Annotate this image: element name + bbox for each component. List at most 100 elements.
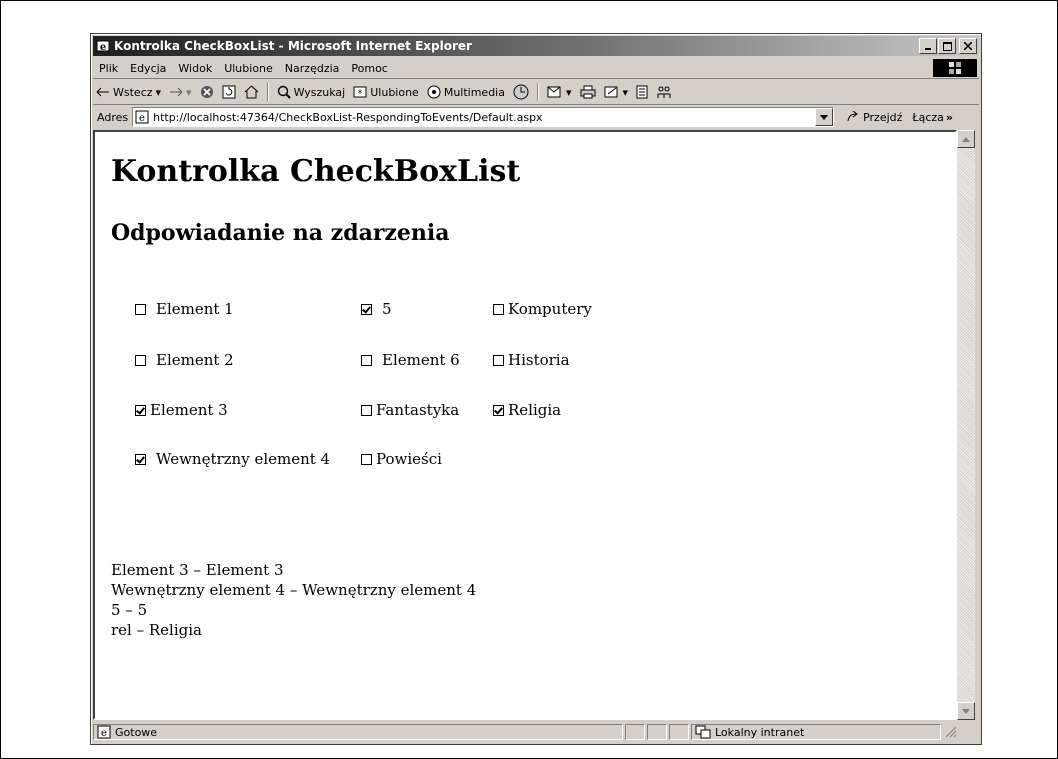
refresh-icon [222,85,236,99]
links-button[interactable]: Łącza [912,111,944,124]
menu-file[interactable]: Plik [93,62,124,75]
checkbox-item[interactable]: Powieści [361,450,442,468]
checkbox-item[interactable]: Historia [493,351,570,369]
favorites-label: Ulubione [370,85,419,99]
checkbox-item[interactable]: Element 3 [135,401,228,419]
status-pane-empty [625,724,645,740]
resize-grip-icon[interactable] [945,726,957,738]
vertical-scrollbar[interactable] [957,130,975,720]
toolbar: Wstecz ▾ ▾ Wyszukaj * Ulubione Multimedi… [93,80,979,105]
svg-text:e: e [139,113,145,124]
checkbox[interactable] [361,354,372,366]
checkbox-label[interactable]: Wewnętrzny element 4 [156,450,330,468]
checkbox-label[interactable]: Religia [508,401,561,419]
multimedia-button[interactable]: Multimedia [424,85,508,99]
search-icon [277,85,291,99]
chevron-down-icon: ▾ [155,85,162,99]
scroll-up-button[interactable] [957,130,975,148]
stop-button[interactable] [197,85,217,99]
messenger-button[interactable] [653,85,675,99]
favorites-button[interactable]: * Ulubione [350,85,422,99]
chevron-down-icon: ▾ [186,85,192,99]
print-button[interactable] [577,85,599,99]
scroll-down-button[interactable] [957,702,975,720]
checkbox-item[interactable]: 5 [361,300,392,318]
checkbox-item[interactable]: Religia [493,401,561,419]
checkbox-label[interactable]: Komputery [508,300,592,318]
toolbar-separator [266,83,269,101]
checkbox-label[interactable]: Element 6 [382,351,460,369]
checkbox-item[interactable]: Element 6 [361,351,460,369]
checkbox[interactable] [361,303,372,315]
close-button[interactable] [959,38,977,54]
checkbox-label[interactable]: Element 3 [150,401,228,419]
home-icon [244,85,258,99]
result-line: Element 3 – Element 3 [111,561,284,579]
checkbox-item[interactable]: Element 2 [135,351,234,369]
checkbox-item[interactable]: Element 1 [135,300,234,318]
chevron-up-icon [962,136,970,142]
address-url: http://localhost:47364/CheckBoxList-Resp… [153,110,543,124]
checkbox[interactable] [493,303,504,315]
status-bar: e Gotowe Lokalny intranet [93,722,979,742]
result-line: 5 – 5 [111,601,148,619]
favorites-icon: * [353,86,367,99]
checkbox[interactable] [135,303,146,315]
print-icon [580,85,596,99]
status-pane-empty [647,724,667,740]
title-bar: e Kontrolka CheckBoxList - Microsoft Int… [93,36,979,56]
home-button[interactable] [241,85,262,99]
back-arrow-icon [96,87,109,97]
checkbox-item[interactable]: Komputery [493,300,592,318]
back-button[interactable]: Wstecz ▾ [93,86,164,99]
refresh-button[interactable] [219,85,239,99]
maximize-button[interactable] [938,38,956,54]
status-text: Gotowe [115,725,158,739]
checkbox-label[interactable]: Historia [508,351,570,369]
status-pane: e Gotowe [93,724,623,740]
checkbox-item[interactable]: Wewnętrzny element 4 [135,450,330,468]
checkbox-label[interactable]: Fantastyka [376,401,459,419]
edit-button[interactable]: ▾ [601,85,632,99]
go-arrow-icon [847,111,858,122]
checkbox-label[interactable]: 5 [382,300,392,318]
checkbox[interactable] [135,404,146,416]
result-line: rel – Religia [111,621,202,639]
checkbox[interactable] [361,453,372,465]
page-icon: e [97,725,111,739]
checkbox[interactable] [493,404,504,416]
checkbox-label[interactable]: Element 1 [156,300,234,318]
checkbox-item[interactable]: Fantastyka [361,401,459,419]
address-dropdown-button[interactable] [815,108,834,126]
menu-favorites[interactable]: Ulubione [218,62,279,75]
chevron-right-icon: » [945,110,954,124]
mail-button[interactable]: ▾ [544,85,575,99]
history-button[interactable] [510,84,532,100]
menu-view[interactable]: Widok [172,62,218,75]
browser-window: e Kontrolka CheckBoxList - Microsoft Int… [90,33,982,745]
messenger-icon [657,86,671,98]
svg-text:*: * [358,89,363,99]
menu-help[interactable]: Pomoc [345,62,393,75]
toolbar-separator [536,83,539,101]
chevron-down-icon [820,114,829,120]
menu-edit[interactable]: Edycja [124,62,172,75]
menu-bar: Plik Edycja Widok Ulubione Narzędzia Pom… [93,58,979,79]
checkbox-label[interactable]: Powieści [376,450,442,468]
checkbox[interactable] [135,354,146,366]
discuss-button[interactable] [633,85,651,99]
ie-icon: e [96,39,110,53]
search-button[interactable]: Wyszukaj [274,85,349,99]
minimize-button[interactable] [919,38,937,54]
checkbox-label[interactable]: Element 2 [156,351,234,369]
go-label: Przejdź [863,110,903,124]
checkbox[interactable] [135,453,146,465]
address-input[interactable]: e http://localhost:47364/CheckBoxList-Re… [132,107,835,127]
forward-button[interactable]: ▾ [166,86,195,99]
go-button[interactable]: Przejdź [846,111,902,124]
page-viewport: Kontrolka CheckBoxList Odpowiadanie na z… [93,130,957,720]
windows-logo-icon [933,59,977,77]
menu-tools[interactable]: Narzędzia [279,62,346,75]
checkbox[interactable] [361,404,372,416]
checkbox[interactable] [493,354,504,366]
